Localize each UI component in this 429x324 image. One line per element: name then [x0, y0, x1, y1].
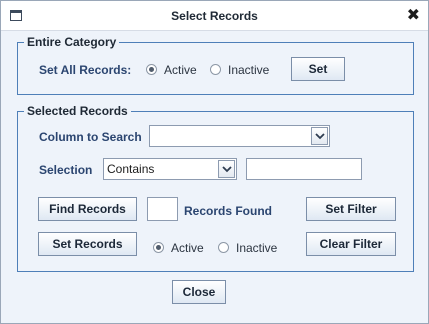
selected-active-radio[interactable]	[153, 242, 164, 253]
column-to-search-combo[interactable]	[149, 125, 330, 147]
set-filter-button[interactable]: Set Filter	[306, 197, 396, 221]
set-records-button[interactable]: Set Records	[38, 232, 137, 256]
entire-active-radio[interactable]	[146, 64, 157, 75]
entire-category-legend: Entire Category	[27, 35, 117, 49]
entire-inactive-radio[interactable]	[210, 64, 221, 75]
close-button[interactable]: Close	[172, 280, 226, 304]
selection-combo[interactable]: Contains	[103, 158, 237, 180]
find-records-button[interactable]: Find Records	[38, 197, 137, 221]
set-all-records-label: Set All Records:	[39, 63, 132, 77]
set-button[interactable]: Set	[291, 57, 345, 81]
title-bar: Select Records ✖	[1, 1, 428, 31]
select-records-dialog: Select Records ✖ Entire Category Set All…	[0, 0, 429, 324]
column-to-search-label: Column to Search	[39, 130, 142, 144]
records-found-count	[147, 197, 178, 221]
selected-inactive-label: Inactive	[236, 241, 278, 255]
selected-inactive-radio[interactable]	[218, 242, 229, 253]
selection-text-input[interactable]	[246, 158, 362, 180]
entire-active-label: Active	[164, 63, 197, 77]
selected-records-legend: Selected Records	[27, 104, 128, 118]
selected-active-label: Active	[171, 241, 204, 255]
chevron-down-icon[interactable]	[218, 160, 235, 178]
selection-label: Selection	[39, 163, 93, 177]
clear-filter-button[interactable]: Clear Filter	[306, 232, 396, 256]
close-icon[interactable]: ✖	[407, 6, 420, 26]
records-found-label: Records Found	[184, 204, 273, 218]
selection-value: Contains	[107, 162, 155, 176]
chevron-down-icon[interactable]	[311, 127, 328, 145]
entire-inactive-label: Inactive	[228, 63, 270, 77]
window-title: Select Records	[171, 9, 258, 23]
